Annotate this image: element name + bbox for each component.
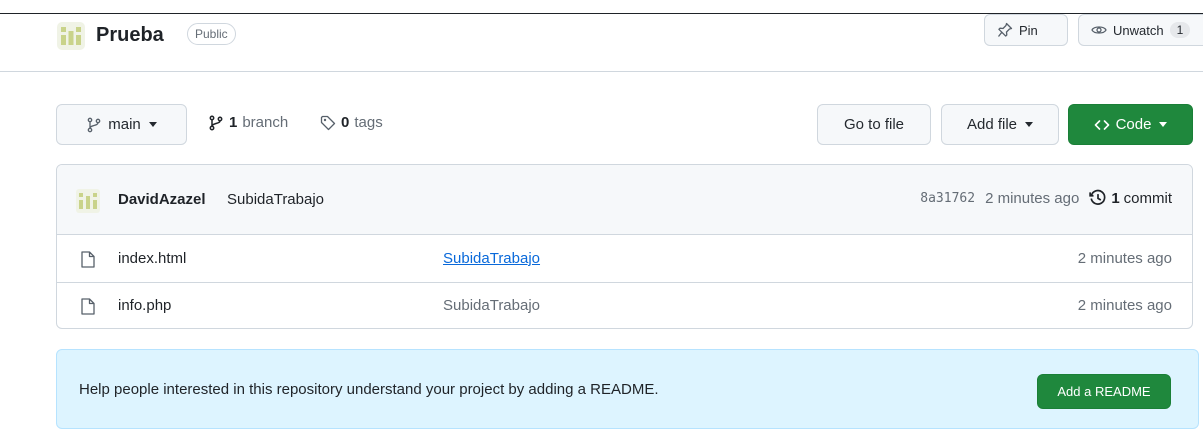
repo-name-link[interactable]: Prueba [96, 21, 164, 49]
commits-link[interactable]: 1 commit [1089, 189, 1172, 207]
file-icon [81, 298, 95, 315]
file-row[interactable]: index.html SubidaTrabajo 2 minutes ago [57, 236, 1192, 283]
commit-time: 2 minutes ago [985, 189, 1080, 207]
readme-banner: Help people interested in this repositor… [56, 349, 1199, 429]
go-to-file-button[interactable]: Go to file [817, 104, 931, 145]
tag-count: 0 [341, 114, 350, 131]
pin-label: Pin [1019, 22, 1038, 38]
branch-count: 1 [229, 114, 238, 131]
git-branch-icon [87, 117, 101, 132]
code-button[interactable]: Code [1068, 104, 1193, 145]
avatar[interactable] [76, 189, 100, 213]
branch-count-label: branch [242, 114, 289, 131]
tags-link[interactable]: 0 tags [320, 114, 383, 131]
tag-count-label: tags [354, 114, 383, 131]
history-icon [1089, 189, 1106, 205]
commit-meta: 8a31762 2 minutes ago 1 commit [920, 189, 1172, 207]
latest-commit-bar: DavidAzazel SubidaTrabajo 8a31762 2 minu… [57, 165, 1192, 235]
file-commit-message-link[interactable]: SubidaTrabajo [443, 297, 540, 314]
chevron-down-icon [1025, 122, 1034, 127]
file-commit-date: 2 minutes ago [1077, 250, 1172, 267]
pin-button[interactable]: Pin [984, 14, 1068, 46]
file-icon [81, 251, 95, 268]
code-label: Code [1115, 116, 1152, 133]
unwatch-label: Unwatch [1113, 22, 1164, 38]
add-readme-label: Add a README [1057, 384, 1151, 399]
commit-message-link[interactable]: SubidaTrabajo [227, 191, 324, 208]
add-readme-button[interactable]: Add a README [1037, 374, 1171, 409]
chevron-down-icon [1159, 122, 1168, 127]
code-icon [1094, 119, 1109, 130]
file-commit-message-link[interactable]: SubidaTrabajo [443, 250, 540, 267]
add-file-button[interactable]: Add file [941, 104, 1059, 145]
repo-header: Prueba Public Pin Unwatch 1 [0, 14, 1203, 72]
pin-icon [997, 22, 1013, 37]
file-commit-date: 2 minutes ago [1077, 297, 1172, 314]
file-name-link[interactable]: index.html [118, 250, 186, 267]
repo-identicon[interactable] [57, 22, 85, 50]
commit-sha-link[interactable]: 8a31762 [920, 191, 975, 206]
watch-count: 1 [1169, 22, 1191, 38]
git-branch-icon [209, 115, 223, 130]
commit-count-label: commit [1123, 189, 1172, 207]
readme-banner-text: Help people interested in this repositor… [79, 381, 659, 398]
visibility-badge: Public [187, 23, 236, 45]
add-file-label: Add file [966, 116, 1018, 133]
branches-link[interactable]: 1 branch [208, 114, 288, 131]
file-name-link[interactable]: info.php [118, 297, 171, 314]
chevron-down-icon [148, 122, 157, 127]
unwatch-button[interactable]: Unwatch 1 [1078, 14, 1203, 46]
tag-icon [320, 115, 336, 130]
file-browser: DavidAzazel SubidaTrabajo 8a31762 2 minu… [56, 164, 1193, 329]
commit-author-link[interactable]: DavidAzazel [118, 191, 206, 208]
branch-select-button[interactable]: main [56, 104, 187, 145]
go-to-file-label: Go to file [843, 116, 905, 133]
branch-name: main [108, 116, 141, 133]
file-row[interactable]: info.php SubidaTrabajo 2 minutes ago [57, 283, 1192, 328]
eye-icon [1091, 26, 1107, 34]
commit-count: 1 [1111, 189, 1120, 207]
